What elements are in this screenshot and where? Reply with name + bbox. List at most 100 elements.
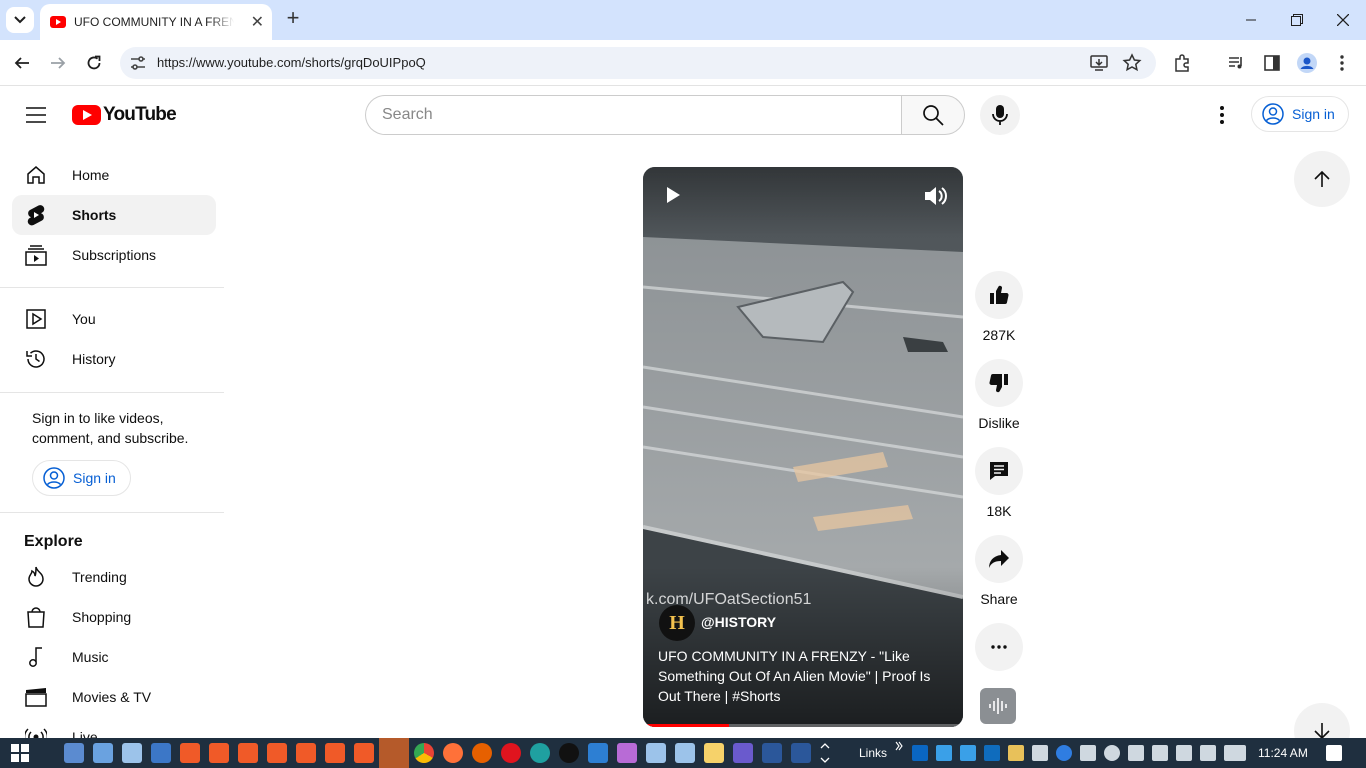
- sign-in-button[interactable]: Sign in: [1251, 96, 1349, 132]
- reload-button[interactable]: [80, 49, 108, 77]
- share-button[interactable]: [975, 535, 1023, 583]
- dislike-button[interactable]: [975, 359, 1023, 407]
- side-panel-button[interactable]: [1258, 49, 1286, 77]
- close-window-button[interactable]: [1320, 0, 1366, 40]
- channel-name-link[interactable]: @HISTORY: [701, 614, 776, 630]
- sidebar-item-history[interactable]: History: [12, 339, 216, 379]
- media-controls-button[interactable]: [1222, 49, 1250, 77]
- app-icon[interactable]: [472, 743, 492, 763]
- brave-browser-icon[interactable]: [267, 743, 287, 763]
- settings-menu-button[interactable]: [1206, 99, 1238, 131]
- voice-search-button[interactable]: [980, 95, 1020, 135]
- guide-menu-button[interactable]: [20, 99, 52, 131]
- brave-browser-icon[interactable]: [354, 743, 374, 763]
- app-icon[interactable]: [960, 745, 976, 761]
- app-icon[interactable]: [617, 743, 637, 763]
- back-button[interactable]: [8, 49, 36, 77]
- opera-icon[interactable]: [501, 743, 521, 763]
- app-icon[interactable]: [122, 743, 142, 763]
- word-icon[interactable]: [762, 743, 782, 763]
- url-text[interactable]: https://www.youtube.com/shorts/grqDoUIPp…: [157, 55, 426, 70]
- volume-icon[interactable]: [922, 183, 948, 209]
- restore-button[interactable]: [1274, 0, 1320, 40]
- sidebar-item-shopping[interactable]: Shopping: [12, 597, 216, 637]
- speaker-icon[interactable]: [1200, 745, 1216, 761]
- app-icon[interactable]: [93, 743, 113, 763]
- network-icon[interactable]: [1152, 745, 1168, 761]
- brave-browser-icon[interactable]: [180, 743, 200, 763]
- minimize-button[interactable]: [1228, 0, 1274, 40]
- word-icon[interactable]: [791, 743, 811, 763]
- like-button[interactable]: [975, 271, 1023, 319]
- brave-browser-icon[interactable]: [325, 743, 345, 763]
- keyboard-icon[interactable]: [1224, 745, 1246, 761]
- tab-search-button[interactable]: [6, 7, 34, 33]
- sidebar-item-movies[interactable]: Movies & TV: [12, 677, 216, 717]
- sidebar-item-music[interactable]: Music: [12, 637, 216, 677]
- calculator-icon[interactable]: [64, 743, 84, 763]
- brave-browser-icon[interactable]: [296, 743, 316, 763]
- security-icon[interactable]: [1080, 745, 1096, 761]
- new-tab-button[interactable]: +: [282, 7, 304, 30]
- search-input[interactable]: [382, 96, 882, 134]
- bluetooth-icon[interactable]: [1056, 745, 1072, 761]
- profile-button[interactable]: [1293, 49, 1321, 77]
- firefox-icon[interactable]: [443, 743, 463, 763]
- notes-icon[interactable]: [704, 743, 724, 763]
- original-sound-button[interactable]: [980, 688, 1016, 724]
- outlook-icon[interactable]: [984, 745, 1000, 761]
- links-toolbar[interactable]: Links: [859, 746, 887, 760]
- brave-browser-active-icon[interactable]: [379, 738, 409, 768]
- tab-close-icon[interactable]: ✕: [251, 12, 264, 32]
- channel-avatar[interactable]: H: [659, 605, 695, 641]
- brave-browser-icon[interactable]: [209, 743, 229, 763]
- webcam-icon[interactable]: [1176, 745, 1192, 761]
- comments-button[interactable]: [975, 447, 1023, 495]
- sidebar-item-you[interactable]: You: [12, 299, 216, 339]
- chevron-double-right-icon[interactable]: [895, 741, 903, 751]
- taskbar-clock[interactable]: 11:24 AM: [1258, 746, 1308, 760]
- mail-icon[interactable]: [588, 743, 608, 763]
- sidebar-item-shorts[interactable]: Shorts: [12, 195, 216, 235]
- sidebar-item-live[interactable]: Live: [12, 717, 216, 738]
- search-box[interactable]: [365, 95, 902, 135]
- battery-icon[interactable]: [1128, 745, 1144, 761]
- shorts-video-player[interactable]: k.com/UFOatSection51 H @HISTORY UFO COMM…: [643, 167, 963, 727]
- extensions-button[interactable]: [1168, 49, 1196, 77]
- app-icon[interactable]: [151, 743, 171, 763]
- sidebar-item-trending[interactable]: Trending: [12, 557, 216, 597]
- sidebar-sign-in-button[interactable]: Sign in: [32, 460, 131, 496]
- play-icon[interactable]: [661, 183, 685, 207]
- edge-icon[interactable]: [530, 743, 550, 763]
- short-title[interactable]: UFO COMMUNITY IN A FRENZY - "Like Someth…: [658, 646, 948, 706]
- tiktok-icon[interactable]: [559, 743, 579, 763]
- address-bar[interactable]: https://www.youtube.com/shorts/grqDoUIPp…: [120, 47, 1156, 79]
- site-info-icon[interactable]: [128, 53, 148, 73]
- usb-icon[interactable]: [1032, 745, 1048, 761]
- windows-start-icon[interactable]: [10, 743, 30, 763]
- document-icon[interactable]: [675, 743, 695, 763]
- bookmark-star-icon[interactable]: [1122, 53, 1142, 73]
- install-app-icon[interactable]: [1089, 53, 1109, 73]
- linkedin-icon[interactable]: [912, 745, 928, 761]
- app-icon[interactable]: [733, 743, 753, 763]
- taskbar-scroll-icon[interactable]: [820, 741, 830, 765]
- previous-video-button[interactable]: [1294, 151, 1350, 207]
- notifications-icon[interactable]: [1326, 745, 1342, 761]
- sidebar-item-subscriptions[interactable]: Subscriptions: [12, 235, 216, 275]
- subscriptions-icon: [24, 243, 48, 267]
- chrome-menu-button[interactable]: [1328, 49, 1356, 77]
- more-actions-button[interactable]: [975, 623, 1023, 671]
- browser-tab[interactable]: UFO COMMUNITY IN A FRENZY - "Like Someth…: [40, 4, 272, 40]
- youtube-logo[interactable]: YouTube: [72, 104, 177, 126]
- chrome-icon[interactable]: [414, 743, 434, 763]
- forward-button[interactable]: [44, 49, 72, 77]
- brave-browser-icon[interactable]: [238, 743, 258, 763]
- mail-icon[interactable]: [1008, 745, 1024, 761]
- app-icon[interactable]: [936, 745, 952, 761]
- search-button[interactable]: [901, 95, 965, 135]
- document-icon[interactable]: [646, 743, 666, 763]
- progress-bar[interactable]: [643, 724, 963, 727]
- sidebar-item-home[interactable]: Home: [12, 155, 216, 195]
- lock-icon[interactable]: [1104, 745, 1120, 761]
